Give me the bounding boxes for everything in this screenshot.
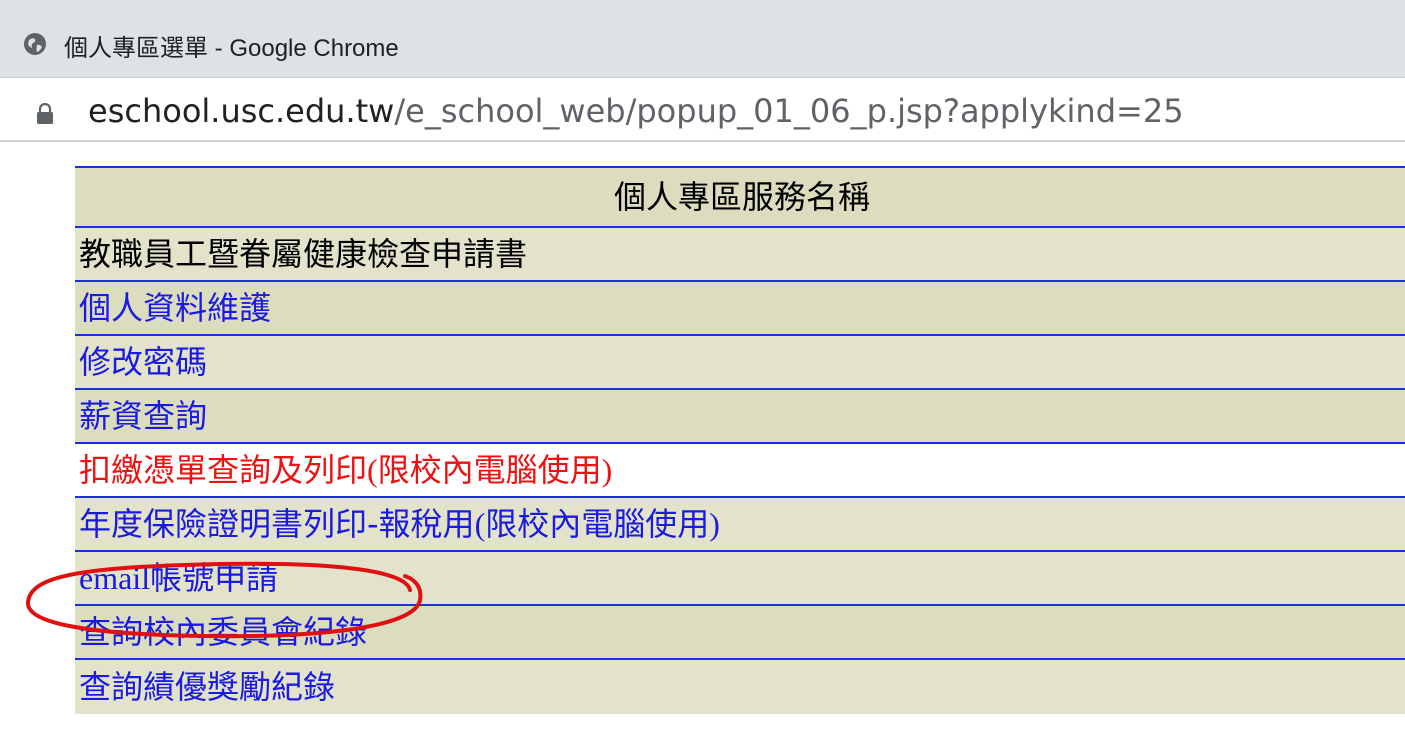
menu-item-insurance-cert[interactable]: 年度保險證明書列印-報稅用(限校內電腦使用) [75, 496, 1405, 551]
list-item[interactable]: 個人資料維護 [75, 280, 1405, 335]
list-item[interactable]: 薪資查詢 [75, 388, 1405, 443]
list-item[interactable]: email帳號申請 [75, 550, 1405, 605]
list-item[interactable]: 年度保險證明書列印-報稅用(限校內電腦使用) [75, 496, 1405, 551]
list-item[interactable]: 修改密碼 [75, 334, 1405, 389]
menu-item-email-prefix: email [79, 560, 151, 596]
url-path: /e_school_web/popup_01_06_p.jsp?applykin… [394, 92, 1184, 130]
url-text[interactable]: eschool.usc.edu.tw/e_school_web/popup_01… [88, 92, 1184, 130]
lock-icon[interactable] [36, 103, 54, 125]
menu-item-award-records[interactable]: 查詢績優獎勵紀錄 [75, 658, 1405, 714]
menu-item-salary-query[interactable]: 薪資查詢 [75, 388, 1405, 443]
list-item: 教職員工暨眷屬健康檢查申請書 [75, 226, 1405, 281]
menu-item-label: 年度保險證明書列印-報稅用 [79, 505, 475, 543]
service-menu-table: 個人專區服務名稱 教職員工暨眷屬健康檢查申請書 個人資料維護 修改密碼 薪資查詢… [75, 166, 1405, 714]
list-item[interactable]: 扣繳憑單查詢及列印(限校內電腦使用) [75, 442, 1405, 497]
list-item[interactable]: 查詢績優獎勵紀錄 [75, 658, 1405, 714]
window-title: 個人專區選單 - Google Chrome [64, 35, 399, 62]
url-host: eschool.usc.edu.tw [88, 92, 395, 130]
menu-item-withholding-print[interactable]: 扣繳憑單查詢及列印(限校內電腦使用) [75, 442, 1405, 497]
globe-icon [24, 33, 46, 55]
menu-item-personal-data[interactable]: 個人資料維護 [75, 280, 1405, 335]
menu-item-committee-records[interactable]: 查詢校內委員會紀錄 [75, 604, 1405, 659]
menu-item-health-check: 教職員工暨眷屬健康檢查申請書 [75, 226, 1405, 281]
table-header-row: 個人專區服務名稱 [75, 166, 1405, 227]
menu-item-label: 扣繳憑單查詢及列印 [79, 451, 368, 489]
table-header: 個人專區服務名稱 [75, 166, 1405, 227]
menu-item-change-password[interactable]: 修改密碼 [75, 334, 1405, 389]
list-item[interactable]: 查詢校內委員會紀錄 [75, 604, 1405, 659]
menu-item-note: (限校內電腦使用) [367, 452, 613, 488]
menu-item-label: 帳號申請 [150, 559, 279, 597]
window-titlebar: 個人專區選單 - Google Chrome [0, 0, 1405, 78]
menu-item-email-apply[interactable]: email帳號申請 [75, 550, 1405, 605]
menu-item-note: (限校內電腦使用) [474, 506, 720, 542]
